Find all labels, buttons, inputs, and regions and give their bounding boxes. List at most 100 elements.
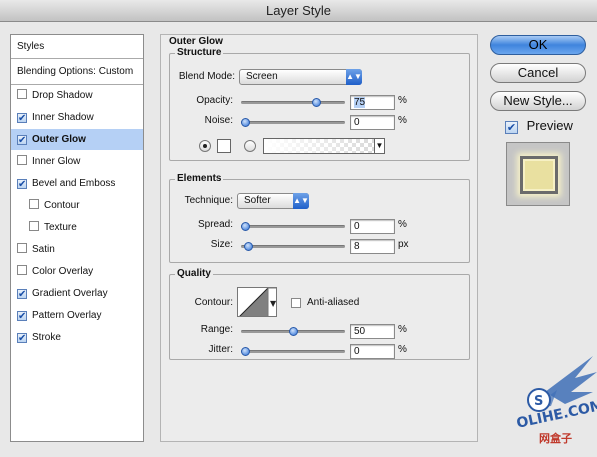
svg-text:S: S <box>534 394 543 409</box>
spread-input[interactable]: 0 <box>350 219 395 234</box>
opacity-input[interactable]: 75 <box>350 95 395 110</box>
style-item-gradient-overlay[interactable]: ✔ Gradient Overlay <box>11 283 143 305</box>
glow-gradient-picker[interactable]: ▼ <box>263 138 385 154</box>
window-titlebar: Layer Style <box>0 0 597 22</box>
style-item-label: Satin <box>32 244 55 255</box>
style-checkbox[interactable] <box>29 221 39 231</box>
style-item-label: Color Overlay <box>32 266 94 277</box>
technique-select[interactable]: Softer ▲▼ <box>237 193 309 209</box>
style-item-pattern-overlay[interactable]: ✔ Pattern Overlay <box>11 305 143 327</box>
ok-button[interactable]: OK <box>490 35 586 55</box>
jitter-slider-thumb[interactable] <box>241 347 250 356</box>
anti-aliased-checkbox[interactable] <box>291 298 301 308</box>
solid-color-radio[interactable] <box>199 140 211 152</box>
svg-text:网盒子: 网盒子 <box>539 431 572 445</box>
style-checkbox[interactable]: ✔ <box>17 311 27 322</box>
spread-slider[interactable] <box>241 222 345 231</box>
chevron-down-icon: ▼ <box>374 139 384 153</box>
style-item-bevel-and-emboss[interactable]: ✔ Bevel and Emboss <box>11 173 143 195</box>
spread-slider-thumb[interactable] <box>241 222 250 231</box>
structure-label: Structure <box>175 47 224 58</box>
blend-mode-label: Blend Mode: <box>178 71 235 82</box>
chevron-updown-icon: ▲▼ <box>293 193 309 209</box>
style-item-stroke[interactable]: ✔ Stroke <box>11 327 143 349</box>
contour-label: Contour: <box>194 297 233 308</box>
technique-value: Softer <box>244 195 271 206</box>
jitter-slider[interactable] <box>241 347 345 356</box>
style-item-label: Inner Glow <box>32 156 81 167</box>
style-item-satin[interactable]: Satin <box>11 239 143 261</box>
style-item-inner-glow[interactable]: Inner Glow <box>11 151 143 173</box>
opacity-slider[interactable] <box>241 98 345 107</box>
anti-aliased-label: Anti-aliased <box>307 297 360 308</box>
style-checkbox[interactable]: ✔ <box>17 113 27 124</box>
style-checkbox[interactable]: ✔ <box>17 333 27 344</box>
blend-mode-select[interactable]: Screen ▲▼ <box>239 69 362 85</box>
noise-label: Noise: <box>204 115 233 126</box>
style-item-color-overlay[interactable]: Color Overlay <box>11 261 143 283</box>
cancel-button[interactable]: Cancel <box>490 63 586 83</box>
style-item-label: Stroke <box>32 332 61 343</box>
elements-label: Elements <box>175 173 224 184</box>
style-checkbox[interactable] <box>29 199 39 209</box>
panel-title: Outer Glow <box>169 36 223 47</box>
outer-glow-panel: Outer Glow Structure Blend Mode: Screen … <box>160 34 478 442</box>
preview-label: Preview <box>526 118 573 133</box>
noise-input[interactable]: 0 <box>350 115 395 130</box>
style-checkbox[interactable] <box>17 89 27 99</box>
style-checkbox[interactable]: ✔ <box>17 135 27 146</box>
blend-mode-value: Screen <box>246 71 278 82</box>
chevron-updown-icon: ▲▼ <box>346 69 362 85</box>
styles-header[interactable]: Styles <box>11 35 143 59</box>
style-item-label: Inner Shadow <box>32 112 94 123</box>
spread-unit: % <box>398 219 407 230</box>
styles-list: Styles Blending Options: Custom Drop Sha… <box>10 34 144 442</box>
site-watermark-logo: S OLIHE.COM 网盒子 <box>505 352 597 457</box>
style-checkbox[interactable]: ✔ <box>17 179 27 190</box>
style-item-label: Pattern Overlay <box>32 310 102 321</box>
style-checkbox[interactable]: ✔ <box>17 289 27 300</box>
range-label: Range: <box>200 324 233 335</box>
jitter-input[interactable]: 0 <box>350 344 395 359</box>
noise-unit: % <box>398 115 407 126</box>
size-label: Size: <box>210 239 233 250</box>
style-item-label: Gradient Overlay <box>32 288 108 299</box>
style-item-label: Bevel and Emboss <box>32 178 116 189</box>
size-slider[interactable] <box>241 242 345 251</box>
noise-slider-thumb[interactable] <box>241 118 250 127</box>
range-unit: % <box>398 324 407 335</box>
size-input[interactable]: 8 <box>350 239 395 254</box>
style-item-label: Outer Glow <box>32 134 86 145</box>
range-input[interactable]: 50 <box>350 324 395 339</box>
contour-picker[interactable]: ▼ <box>237 287 277 317</box>
style-item-outer-glow[interactable]: ✔ Outer Glow <box>11 129 143 151</box>
style-item-contour[interactable]: Contour <box>11 195 143 217</box>
jitter-label: Jitter: <box>208 344 233 355</box>
range-slider-thumb[interactable] <box>288 327 298 336</box>
preview-checkbox[interactable]: ✔ <box>505 121 518 134</box>
new-style-button[interactable]: New Style... <box>490 91 586 111</box>
style-item-label: Texture <box>44 222 77 233</box>
winged-logo-icon: S OLIHE.COM 网盒子 <box>515 356 597 445</box>
style-item-inner-shadow[interactable]: ✔ Inner Shadow <box>11 107 143 129</box>
preview-toggle[interactable]: ✔ Preview <box>505 118 573 134</box>
glow-color-swatch[interactable] <box>217 139 231 153</box>
style-item-texture[interactable]: Texture <box>11 217 143 239</box>
style-preview <box>506 142 570 206</box>
style-item-label: Drop Shadow <box>32 90 93 101</box>
spread-label: Spread: <box>197 219 233 230</box>
blending-options[interactable]: Blending Options: Custom <box>11 59 143 85</box>
size-unit: px <box>398 239 409 250</box>
svg-text:▼: ▼ <box>270 299 277 308</box>
range-slider[interactable] <box>241 327 345 336</box>
preview-swatch <box>520 156 558 194</box>
jitter-unit: % <box>398 344 407 355</box>
gradient-radio[interactable] <box>244 140 256 152</box>
style-checkbox[interactable] <box>17 243 27 253</box>
quality-label: Quality <box>175 268 213 279</box>
style-item-drop-shadow[interactable]: Drop Shadow <box>11 85 143 107</box>
style-checkbox[interactable] <box>17 155 27 165</box>
size-slider-thumb[interactable] <box>243 242 253 251</box>
style-checkbox[interactable] <box>17 265 27 275</box>
noise-slider[interactable] <box>241 118 345 127</box>
